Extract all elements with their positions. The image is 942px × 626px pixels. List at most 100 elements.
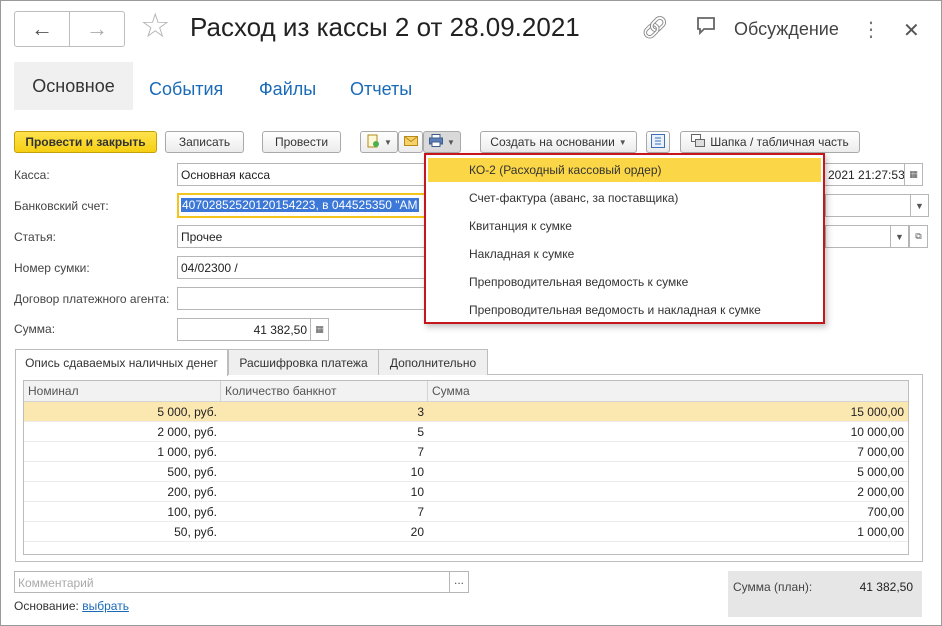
tab-payment-details[interactable]: Расшифровка платежа: [228, 349, 379, 375]
comment-expand-button[interactable]: ...: [449, 571, 469, 593]
chevron-down-icon: ▼: [384, 137, 392, 147]
tab-cash-inventory[interactable]: Опись сдаваемых наличных денег: [15, 349, 228, 376]
tab-reports[interactable]: Отчеты: [350, 79, 412, 100]
column-header-denomination[interactable]: Номинал: [24, 381, 221, 402]
basis-select-link[interactable]: выбрать: [82, 599, 129, 613]
bank-account-field-right[interactable]: [825, 194, 911, 217]
kassa-label: Касса:: [14, 168, 50, 182]
cell-denomination: 100, руб.: [167, 505, 217, 519]
layout-icon: [691, 134, 706, 150]
print-menu-item-statement-and-waybill[interactable]: Препроводительная ведомость и накладная …: [428, 298, 821, 322]
cell-banknote-count: 20: [410, 525, 424, 539]
agent-contract-label: Договор платежного агента:: [14, 292, 170, 306]
favorite-star-icon[interactable]: ☆: [140, 9, 170, 43]
open-icon[interactable]: ⧉: [909, 225, 928, 248]
date-field[interactable]: 2021 21:27:53: [823, 163, 905, 186]
article-label: Статья:: [14, 230, 57, 244]
bank-account-value: 40702852520120154223, в 044525350 "АМ: [181, 198, 419, 212]
email-button[interactable]: [398, 131, 423, 153]
bag-number-label: Номер сумки:: [14, 261, 90, 275]
more-vertical-icon[interactable]: ⋮: [861, 17, 881, 42]
print-menu-item-invoice[interactable]: Счет-фактура (аванс, за поставщика): [428, 186, 821, 210]
table-row[interactable]: 2 000, руб. 5 10 000,00: [24, 422, 908, 442]
cell-banknote-count: 3: [417, 405, 424, 419]
cell-banknote-count: 5: [417, 425, 424, 439]
cell-amount: 700,00: [867, 505, 904, 519]
calculator-icon[interactable]: ▦: [310, 318, 329, 341]
table-row[interactable]: 5 000, руб. 3 15 000,00: [24, 402, 908, 422]
document-add-icon: [366, 134, 380, 151]
cell-amount: 10 000,00: [850, 425, 904, 439]
cell-denomination: 2 000, руб.: [157, 425, 217, 439]
table-row[interactable]: 500, руб. 10 5 000,00: [24, 462, 908, 482]
planned-total-panel: Сумма (план): 41 382,50: [728, 571, 922, 617]
cell-denomination: 50, руб.: [174, 525, 217, 539]
envelope-icon: [403, 135, 418, 149]
print-menu: КО-2 (Расходный кассовый ордер) Счет-фак…: [424, 153, 825, 324]
article-field-right[interactable]: [825, 225, 891, 248]
basis-row: Основание: выбрать: [14, 599, 129, 613]
cell-amount: 1 000,00: [857, 525, 904, 539]
forward-arrow-icon[interactable]: →: [69, 12, 124, 46]
tab-additional[interactable]: Дополнительно: [378, 349, 488, 375]
page-title: Расход из кассы 2 от 28.09.2021: [190, 12, 580, 42]
article-field[interactable]: Прочее: [177, 225, 427, 248]
table-row[interactable]: 1 000, руб. 7 7 000,00: [24, 442, 908, 462]
cash-inventory-table: Номинал Количество банкнот Сумма 5 000, …: [23, 380, 909, 555]
discussion-label[interactable]: Обсуждение: [734, 19, 839, 40]
cell-amount: 15 000,00: [850, 405, 904, 419]
print-menu-item-ko2[interactable]: КО-2 (Расходный кассовый ордер): [428, 158, 821, 182]
agent-contract-field[interactable]: [177, 287, 427, 310]
calendar-icon[interactable]: ▦: [904, 163, 923, 186]
column-header-amount[interactable]: Сумма: [428, 381, 908, 402]
table-row[interactable]: 200, руб. 10 2 000,00: [24, 482, 908, 502]
amount-label: Сумма:: [14, 322, 56, 336]
printer-icon: [429, 134, 444, 150]
post-button[interactable]: Провести: [262, 131, 341, 153]
cell-amount: 5 000,00: [857, 465, 904, 479]
tab-files[interactable]: Файлы: [259, 79, 316, 100]
create-based-on-label: Создать на основании: [490, 135, 615, 149]
column-header-banknote-count[interactable]: Количество банкнот: [221, 381, 428, 402]
bank-account-field[interactable]: 40702852520120154223, в 044525350 "АМ: [177, 193, 427, 218]
cell-amount: 2 000,00: [857, 485, 904, 499]
back-arrow-icon[interactable]: ←: [15, 12, 69, 46]
bag-number-field[interactable]: 04/02300 /: [177, 256, 427, 279]
close-icon[interactable]: ✕: [903, 18, 920, 43]
chevron-down-icon: ▼: [618, 137, 627, 147]
document-window: ← → ☆ Расход из кассы 2 от 28.09.2021 🔗︎…: [0, 0, 942, 626]
cell-denomination: 500, руб.: [167, 465, 217, 479]
table-row[interactable]: 100, руб. 7 700,00: [24, 502, 908, 522]
print-dropdown-button[interactable]: ▼: [423, 131, 461, 153]
link-icon[interactable]: 🔗︎: [641, 15, 669, 41]
table-header: Номинал Количество банкнот Сумма: [24, 381, 908, 402]
discussion-icon[interactable]: [695, 15, 717, 43]
structure-button[interactable]: [646, 131, 670, 153]
amount-field[interactable]: 41 382,50: [177, 318, 311, 341]
planned-total-value: 41 382,50: [859, 580, 913, 594]
tab-main[interactable]: Основное: [14, 62, 133, 110]
kassa-field[interactable]: Основная касса: [177, 163, 427, 186]
save-button[interactable]: Записать: [165, 131, 244, 153]
cell-denomination: 5 000, руб.: [157, 405, 217, 419]
table-row[interactable]: 50, руб. 20 1 000,00: [24, 522, 908, 542]
comment-input[interactable]: Комментарий: [14, 571, 450, 593]
create-based-on-button[interactable]: Создать на основании ▼: [480, 131, 637, 153]
post-and-close-button[interactable]: Провести и закрыть: [14, 131, 157, 153]
chevron-down-icon[interactable]: ▼: [890, 225, 909, 248]
tab-events[interactable]: События: [149, 79, 223, 100]
create-related-dropdown-button[interactable]: ▼: [360, 131, 398, 153]
chevron-down-icon: ▼: [447, 137, 455, 147]
navigation-buttons: ← →: [14, 11, 125, 47]
header-table-part-button[interactable]: Шапка / табличная часть: [680, 131, 860, 153]
cell-banknote-count: 7: [417, 505, 424, 519]
cell-banknote-count: 10: [410, 485, 424, 499]
print-menu-item-bag-receipt[interactable]: Квитанция к сумке: [428, 214, 821, 238]
print-menu-item-bag-waybill[interactable]: Накладная к сумке: [428, 242, 821, 266]
planned-total-label: Сумма (план):: [733, 580, 813, 594]
cell-banknote-count: 7: [417, 445, 424, 459]
structure-icon: [651, 133, 665, 151]
cell-banknote-count: 10: [410, 465, 424, 479]
chevron-down-icon[interactable]: ▼: [910, 194, 929, 217]
print-menu-item-bag-statement[interactable]: Препроводительная ведомость к сумке: [428, 270, 821, 294]
